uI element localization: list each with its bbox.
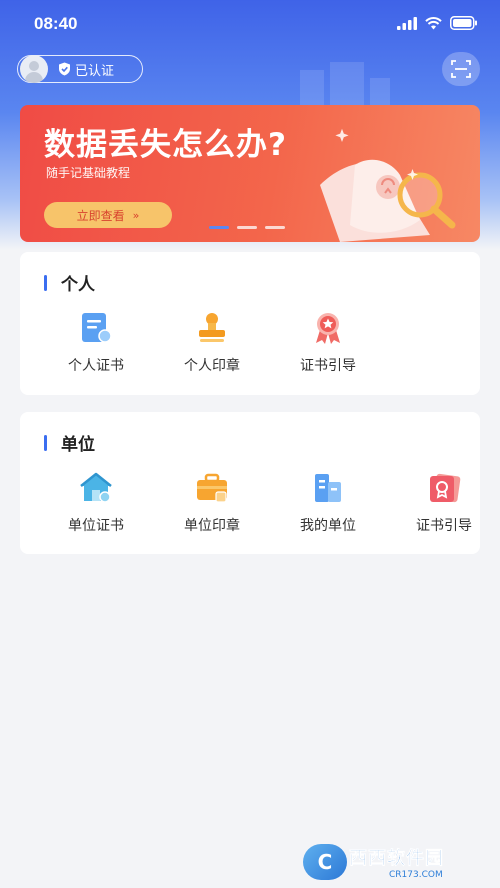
status-bar: 08:40 xyxy=(0,0,500,50)
banner-cta-label: 立即查看 xyxy=(76,208,125,223)
watermark-text: 西西软件园 CR173.COM xyxy=(349,844,444,880)
carousel-indicator xyxy=(209,226,285,229)
carousel-dot-active xyxy=(209,226,229,229)
scan-button[interactable] xyxy=(442,52,480,86)
grid-item-label: 证书引导 xyxy=(300,358,356,374)
grid-item-label: 单位印章 xyxy=(184,518,240,534)
section-title-text: 个人 xyxy=(61,275,95,295)
carousel-dot xyxy=(237,226,257,229)
watermark-url: CR173.COM xyxy=(389,870,443,880)
lost-file-illustration xyxy=(320,128,456,242)
promo-banner[interactable]: 数据丢失怎么办? 随手记基础教程 立即查看 » xyxy=(20,105,480,242)
stamp-icon xyxy=(194,310,230,346)
watermark-name: 西西软件园 xyxy=(349,848,444,870)
grid-item-certificate-guide[interactable]: 证书引导 xyxy=(278,310,378,380)
site-watermark: C 西西软件园 CR173.COM xyxy=(303,842,483,882)
verified-badge: 已认证 xyxy=(58,60,114,79)
grid-item-unit-seal[interactable]: 单位印章 xyxy=(162,470,262,540)
section-title-unit: 单位 xyxy=(44,430,95,455)
unit-section-card: 单位 单位证书 单位印章 我的单位 证书引导 xyxy=(20,412,480,554)
status-time: 08:40 xyxy=(34,14,78,33)
grid-item-my-unit[interactable]: 我的单位 xyxy=(278,470,378,540)
grid-item-label: 证书引导 xyxy=(416,518,472,534)
grid-item-unit-certificate[interactable]: 单位证书 xyxy=(46,470,146,540)
section-title-text: 单位 xyxy=(61,435,95,455)
personal-grid: 个人证书 个人印章 证书引导 xyxy=(20,310,480,380)
verified-label: 已认证 xyxy=(75,63,115,79)
grid-item-label: 个人证书 xyxy=(68,358,124,374)
grid-item-label: 我的单位 xyxy=(300,518,356,534)
avatar[interactable] xyxy=(20,55,48,83)
status-icons xyxy=(397,16,478,30)
personal-section-card: 个人 个人证书 个人印章 证书引导 xyxy=(20,252,480,395)
section-title-personal: 个人 xyxy=(44,270,95,295)
grid-item-unit-certificate-guide[interactable]: 证书引导 xyxy=(394,470,494,540)
house-icon xyxy=(78,470,114,506)
section-accent-bar xyxy=(44,434,47,451)
signal-icon xyxy=(397,16,417,30)
carousel-dot xyxy=(265,226,285,229)
wifi-icon xyxy=(425,16,442,29)
briefcase-icon xyxy=(194,470,230,506)
grid-item-label: 单位证书 xyxy=(68,518,124,534)
shield-check-icon xyxy=(59,62,70,76)
building-icon xyxy=(310,470,346,506)
grid-item-label: 个人印章 xyxy=(184,358,240,374)
banner-subtitle: 随手记基础教程 xyxy=(46,166,131,180)
user-profile-pill[interactable]: 已认证 xyxy=(17,55,143,83)
watermark-logo: C xyxy=(303,844,347,880)
medal-icon xyxy=(310,310,346,346)
battery-icon xyxy=(450,16,477,30)
unit-grid: 单位证书 单位印章 我的单位 证书引导 xyxy=(20,470,480,540)
double-chevron-icon: » xyxy=(132,208,140,222)
banner-title: 数据丢失怎么办? xyxy=(44,127,287,163)
certificate-card-icon xyxy=(426,470,462,506)
scan-icon xyxy=(451,60,471,78)
banner-cta-button[interactable]: 立即查看 » xyxy=(44,202,172,228)
certificate-icon xyxy=(78,310,114,346)
grid-item-personal-seal[interactable]: 个人印章 xyxy=(162,310,262,380)
grid-item-personal-certificate[interactable]: 个人证书 xyxy=(46,310,146,380)
section-accent-bar xyxy=(44,274,47,291)
